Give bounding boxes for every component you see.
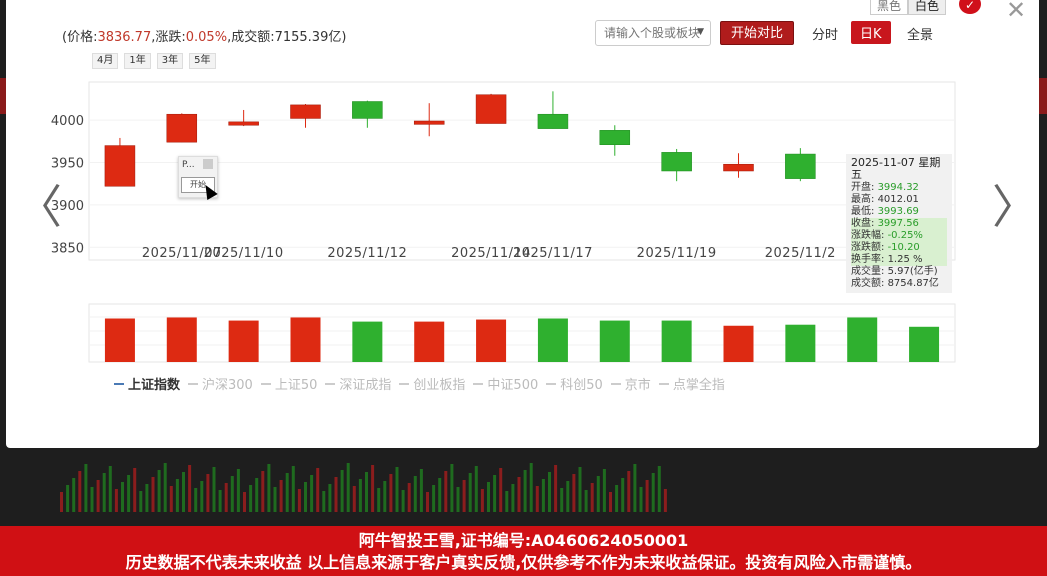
legend-label: 创业板指 [413,378,466,393]
volume-bar [290,317,321,362]
legend-item[interactable]: 创业板指 [399,374,465,393]
volume-plot-frame [88,303,956,363]
legend-item[interactable]: 科创50 [546,374,603,393]
tooltip-row: 成交额: 8754.87亿 [851,278,939,289]
legend-dash-icon [658,382,669,385]
legend-label: 京市 [624,378,651,393]
candle-body [166,113,198,143]
candle-body [723,163,754,172]
tooltip-row: 换手率: 1.25 % [851,254,947,266]
tooltip-row: 最低: 3993.69 [851,206,919,217]
volume-bar [228,320,259,362]
x-tick-label: 2025/11/2 [765,246,836,261]
legend-dash-icon [325,382,336,385]
legend-item[interactable]: 点掌全指 [658,374,725,393]
tooltip-row: 收盘: 3997.56 [851,218,947,230]
x-tick-label: 2025/11/12 [327,246,407,261]
legend-item[interactable]: 京市 [610,374,651,393]
volume-bar [599,320,630,362]
tooltip-row: 最高: 4012.01 [851,194,919,205]
y-tick-label: 3950 [51,157,84,172]
candle-body [413,120,445,125]
legend-dash-icon [114,382,124,385]
candle-body [661,152,692,172]
volume-bar [476,319,507,362]
legend-label: 中证500 [487,378,539,393]
legend-item[interactable]: 沪深300 [188,374,253,393]
banner-line-1: 阿牛智投王雪,证书编号:A0460624050001 [358,531,689,550]
legend-dash-icon [188,382,199,385]
candle-body [475,94,507,124]
mini-popup-close-icon[interactable] [203,159,213,169]
index-legend: 上证指数 沪深300 上证50 深证成指 创业板指 中证500 科创50 京市 点掌全指 [114,374,733,393]
x-tick-label: 2025/11/10 [204,246,284,261]
y-tick-label: 3900 [51,199,84,214]
volume-bar [537,318,568,362]
x-tick-label: 2025/11/17 [513,246,593,261]
legend-label: 上证指数 [128,378,181,393]
legend-item[interactable]: 中证500 [473,374,538,393]
legend-item[interactable]: 深证成指 [325,374,391,393]
legend-dash-icon [473,382,484,385]
candle-body [352,101,383,119]
volume-bar [414,321,445,362]
candle-body [104,145,136,187]
candle-body [785,153,816,179]
legend-item[interactable]: 上证50 [260,374,318,393]
y-tick-label: 3850 [51,241,84,256]
candle-body [228,121,259,126]
tooltip-row: 涨跌额: -10.20 [851,242,947,254]
tooltip-date: 2025-11-07 星期五 [851,156,941,181]
legend-dash-icon [399,382,410,385]
candle-body [290,104,321,119]
legend-label: 科创50 [560,378,603,393]
legend-label: 点掌全指 [672,378,725,393]
tooltip-row: 涨跌幅: -0.25% [851,230,947,242]
volume-bar [723,325,754,362]
candle-body [599,130,631,145]
legend-dash-icon [546,382,557,385]
legend-label: 深证成指 [339,378,392,393]
tooltip-row: 开盘: 3994.32 [851,182,919,193]
volume-bar [104,318,135,362]
volume-bar [847,317,878,362]
volume-bar [661,320,692,362]
disclaimer-banner: 阿牛智投王雪,证书编号:A0460624050001 历史数据不代表未来收益 以… [0,526,1047,576]
tooltip-row: 成交量: 5.97(亿手) [851,266,938,277]
mini-popup-title: P... [182,160,195,170]
price-plot-frame [88,81,956,261]
legend-item[interactable]: 上证指数 [114,374,180,393]
volume-bar [909,326,940,362]
candle-body [537,113,569,129]
legend-label: 上证50 [274,378,318,393]
volume-bar [785,324,816,362]
y-tick-label: 4000 [51,114,84,129]
legend-label: 沪深300 [202,378,253,393]
candle-tooltip: 2025-11-07 星期五 开盘: 3994.32 最高: 4012.01 最… [846,154,952,293]
banner-line-2: 历史数据不代表未来收益 以上信息来源于客户真实反馈,仅供参考不作为未来收益保证。… [125,553,922,572]
volume-bar [352,321,383,362]
legend-dash-icon [610,382,621,385]
volume-bar [166,317,197,362]
x-tick-label: 2025/11/19 [637,246,717,261]
legend-dash-icon [260,382,271,385]
